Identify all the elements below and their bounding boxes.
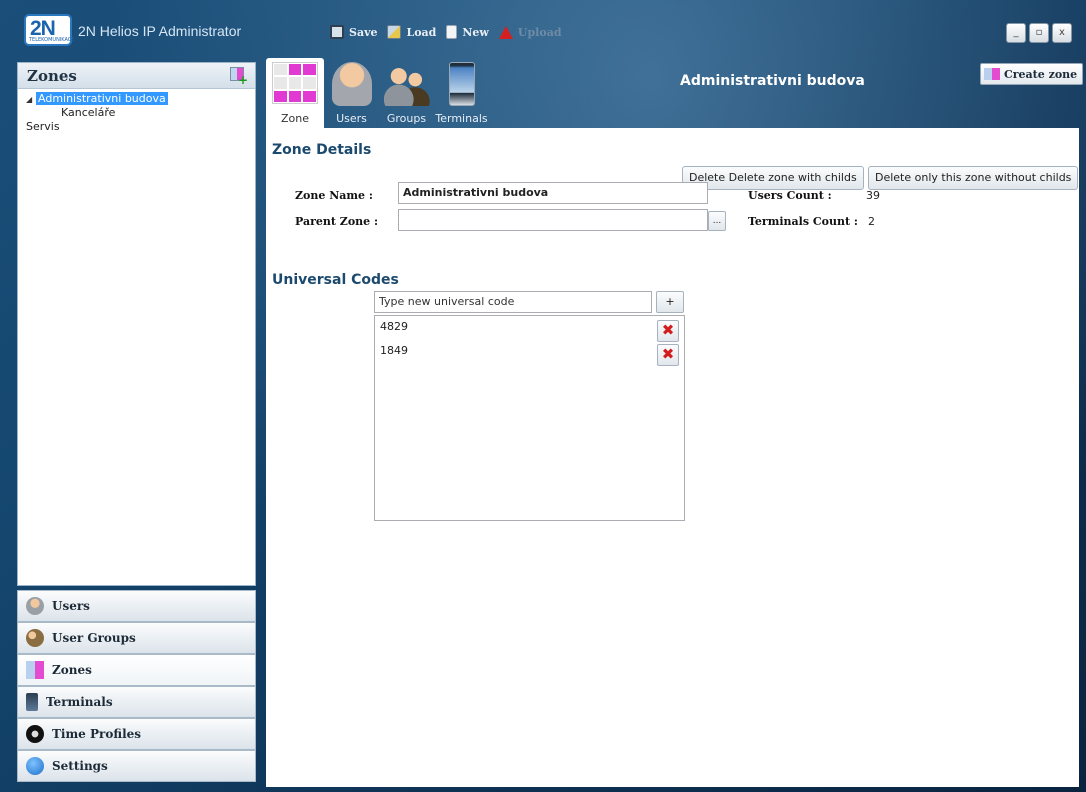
tab-groups[interactable]: Groups <box>379 58 434 128</box>
nav-item-label: User Groups <box>52 631 136 645</box>
detail-tabs: Zone Users Groups Terminals <box>266 58 489 128</box>
tab-zone[interactable]: Zone <box>266 58 324 128</box>
zones-tree: ◢ Administrativni budova Kanceláře Servis <box>18 89 255 134</box>
delete-with-childs-button[interactable]: Delete Delete zone with childs <box>682 166 864 190</box>
delete-code-button[interactable]: ✖ <box>657 344 679 366</box>
users-count-value: 39 <box>866 189 880 202</box>
create-zone-button[interactable]: Create zone <box>980 63 1084 85</box>
nav-item-settings[interactable]: Settings <box>17 750 256 782</box>
nav-item-label: Time Profiles <box>52 727 142 741</box>
terminals-count-value: 2 <box>868 215 875 228</box>
clock-icon <box>26 725 44 743</box>
save-button[interactable]: Save <box>330 25 377 39</box>
tab-label: Zone <box>280 112 309 125</box>
delete-only-zone-button[interactable]: Delete only this zone without childs <box>868 166 1079 190</box>
user-groups-icon <box>26 629 44 647</box>
zones-panel-title: Zones <box>27 67 77 85</box>
save-label: Save <box>349 25 378 39</box>
nav-item-users[interactable]: Users <box>17 590 256 622</box>
app-title: 2N Helios IP Administrator <box>78 23 242 39</box>
parent-zone-label: Parent Zone : <box>295 215 379 228</box>
nav-item-user-groups[interactable]: User Groups <box>17 622 256 654</box>
universal-code-input[interactable]: Type new universal code <box>374 291 652 313</box>
tab-label: Groups <box>386 112 427 125</box>
nav-item-label: Terminals <box>46 695 113 709</box>
tree-item-label: Servis <box>26 120 60 133</box>
tab-label: Users <box>336 112 367 125</box>
terminal-icon <box>26 693 38 711</box>
zone-name-label: Zone Name : <box>295 189 373 202</box>
load-icon <box>387 25 402 39</box>
upload-button[interactable]: Upload <box>498 25 562 39</box>
users-count-label: Users Count : <box>748 189 832 202</box>
zones-tree-panel: Zones ◢Administrativni budova Kanceláře … <box>17 62 256 586</box>
tree-item-kancelare[interactable]: Kanceláře <box>18 106 255 120</box>
app-window: 2N TELEKOMUNIKACE 2N Helios IP Administr… <box>0 0 1086 792</box>
save-icon <box>330 25 344 39</box>
universal-codes-list: 4829 ✖ 1849 ✖ <box>374 315 685 521</box>
nav-item-time-profiles[interactable]: Time Profiles <box>17 718 256 750</box>
new-file-icon <box>446 25 458 39</box>
delete-code-button[interactable]: ✖ <box>657 320 679 342</box>
maximize-button[interactable]: ▫ <box>1029 23 1049 43</box>
tree-item-administrativni-budova[interactable]: ◢ Administrativni budova <box>18 92 255 106</box>
new-button[interactable]: New <box>446 25 489 39</box>
terminal-icon <box>448 62 475 106</box>
nav-item-label: Settings <box>52 759 108 773</box>
window-controls: _ ▫ x <box>1006 23 1072 43</box>
universal-codes-title: Universal Codes <box>272 272 399 288</box>
minimize-button[interactable]: _ <box>1006 23 1026 43</box>
user-groups-icon <box>383 62 430 106</box>
delete-x-icon: ✖ <box>661 321 675 339</box>
parent-zone-input[interactable] <box>398 209 708 231</box>
terminals-count-label: Terminals Count : <box>748 215 858 228</box>
zones-grid-icon <box>272 62 318 104</box>
upload-label: Upload <box>517 25 562 39</box>
list-item: 4829 <box>380 320 408 333</box>
app-logo: 2N TELEKOMUNIKACE <box>24 14 75 46</box>
tab-terminals[interactable]: Terminals <box>434 58 489 128</box>
list-item: 1849 <box>380 344 408 357</box>
create-zone-label: Create zone <box>1004 67 1078 81</box>
create-zone-icon <box>984 68 1000 80</box>
zones-panel-header: Zones <box>18 63 255 89</box>
load-button[interactable]: Load <box>387 25 436 39</box>
browse-parent-zone-button[interactable]: ... <box>708 211 726 231</box>
selected-zone-heading: Administrativni budova <box>680 73 865 89</box>
zone-content-panel: Zone Details Delete Delete zone with chi… <box>266 128 1079 787</box>
nav-item-label: Users <box>52 599 90 613</box>
toolbar: Save Load New Upload <box>330 25 562 39</box>
zones-icon <box>26 661 44 679</box>
nav-item-zones[interactable]: Zones <box>17 654 256 686</box>
zone-name-input[interactable]: Administrativni budova <box>398 182 708 204</box>
left-navigation: Users User Groups Zones Terminals Time P… <box>17 590 256 782</box>
load-label: Load <box>406 25 437 39</box>
delete-x-icon: ✖ <box>661 345 675 363</box>
upload-arrow-icon <box>498 25 513 39</box>
tree-expander-icon[interactable]: ◢ <box>26 93 36 107</box>
tab-label: Terminals <box>435 112 488 125</box>
nav-item-label: Zones <box>52 663 92 677</box>
nav-item-terminals[interactable]: Terminals <box>17 686 256 718</box>
close-button[interactable]: x <box>1052 23 1072 43</box>
user-icon <box>26 597 44 615</box>
tab-users[interactable]: Users <box>324 58 379 128</box>
tree-item-label: Administrativni budova <box>36 92 168 105</box>
add-universal-code-button[interactable]: + <box>656 291 684 313</box>
new-label: New <box>462 25 489 39</box>
logo-subtext: TELEKOMUNIKACE <box>29 37 75 43</box>
add-zone-icon[interactable] <box>230 67 248 87</box>
zone-details-title: Zone Details <box>272 142 372 158</box>
tree-item-servis[interactable]: Servis <box>18 120 255 134</box>
user-icon <box>331 62 372 106</box>
info-icon <box>26 757 44 775</box>
tree-item-label: Kanceláře <box>61 106 116 119</box>
